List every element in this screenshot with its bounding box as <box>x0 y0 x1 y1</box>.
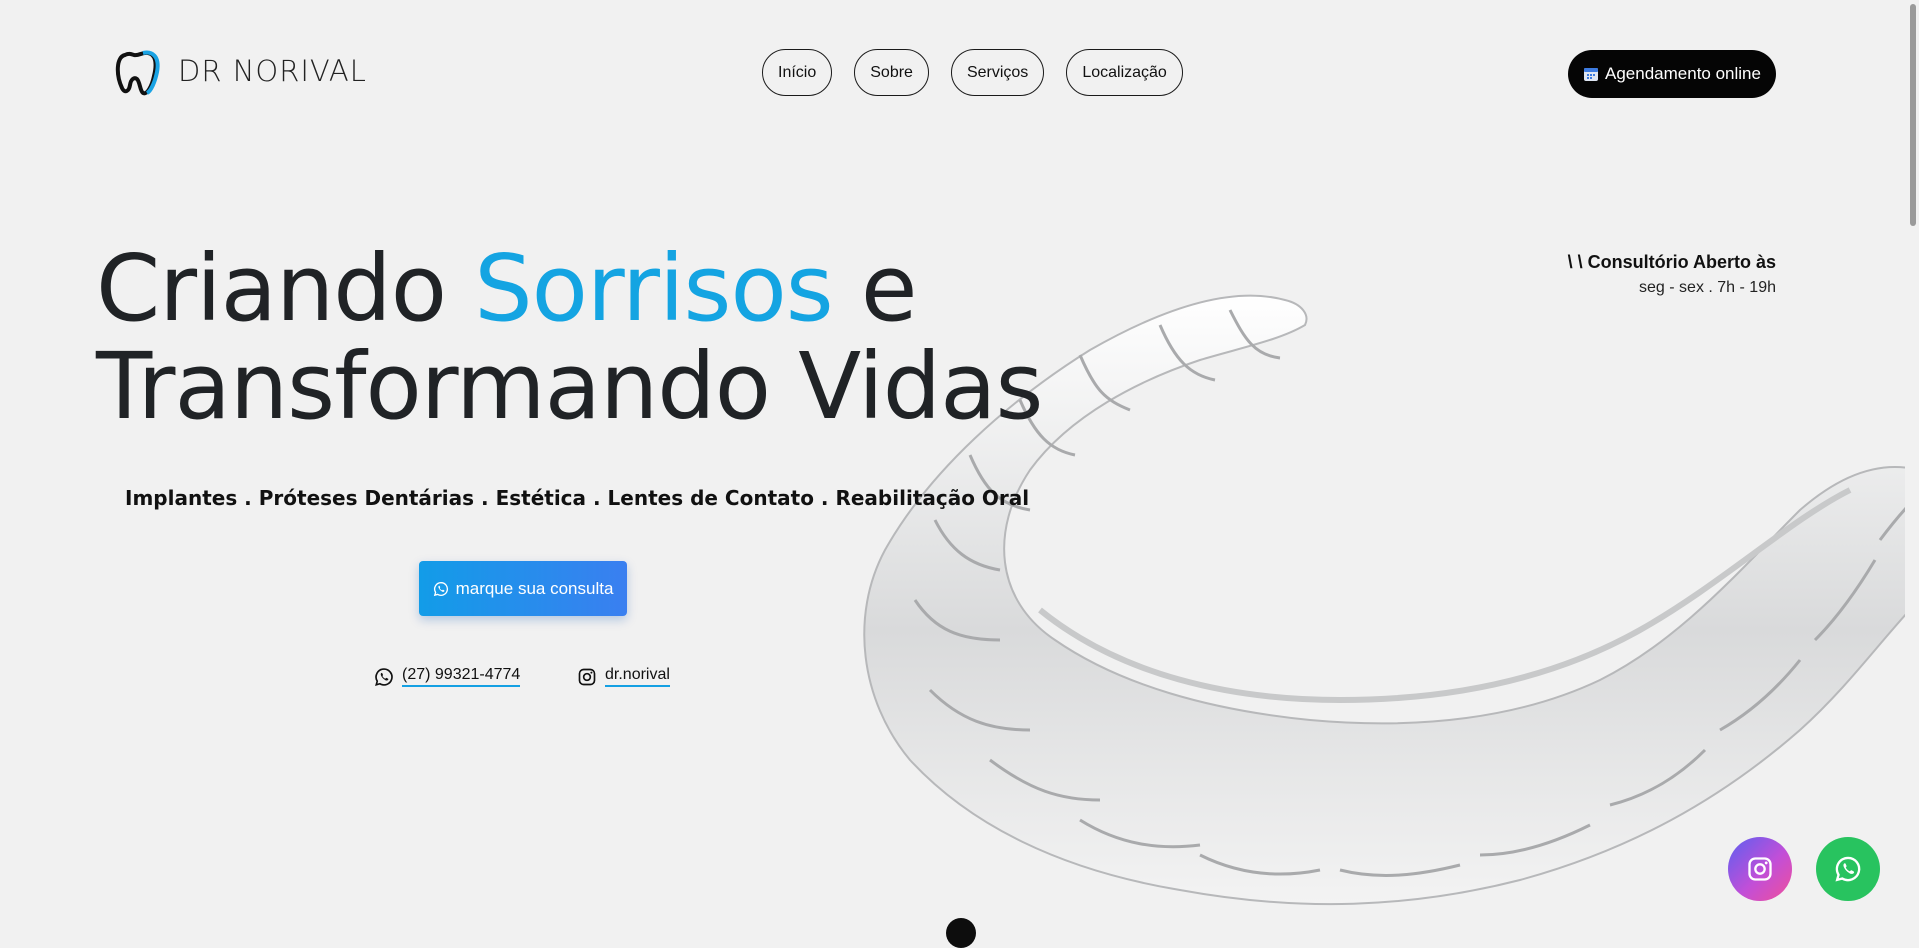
opening-hours-title: \ \ Consultório Aberto às <box>1567 252 1776 272</box>
nav-sobre[interactable]: Sobre <box>854 49 929 96</box>
instagram-floating-button[interactable] <box>1728 837 1792 901</box>
landing-page: DR NORIVAL Início Sobre Serviços Localiz… <box>0 0 1919 948</box>
whatsapp-icon <box>375 667 393 686</box>
phone-link[interactable]: (27) 99321-4774 <box>374 666 521 687</box>
calendar-icon <box>1584 68 1599 81</box>
logo-text: DR NORIVAL <box>178 54 367 88</box>
page-scrollbar[interactable] <box>1905 0 1919 935</box>
tooth-logo-icon <box>115 50 160 96</box>
phone-number: (27) 99321-4774 <box>402 666 521 687</box>
whatsapp-floating-button[interactable] <box>1816 837 1880 901</box>
services-subtitle: Implantes . Próteses Dentárias . Estétic… <box>125 486 1030 510</box>
whatsapp-icon <box>433 581 448 596</box>
opening-hours: \ \ Consultório Aberto às seg - sex . 7h… <box>1568 252 1776 297</box>
hero-title-accent: Sorrisos <box>474 235 833 342</box>
whatsapp-icon <box>1835 856 1861 882</box>
online-booking-label: Agendamento online <box>1605 64 1761 83</box>
instagram-link[interactable]: dr.norival <box>577 666 670 687</box>
main-nav: Início Sobre Serviços Localização <box>762 49 1183 96</box>
scroll-down-badge[interactable] <box>946 918 976 948</box>
nav-inicio[interactable]: Início <box>762 49 833 96</box>
scrollbar-thumb[interactable] <box>1910 4 1916 226</box>
opening-hours-text: seg - sex . 7h - 19h <box>1639 279 1776 296</box>
nav-localizacao[interactable]: Localização <box>1066 49 1183 96</box>
book-consultation-label: marque sua consulta <box>455 578 614 598</box>
book-consultation-button[interactable]: marque sua consulta <box>419 561 627 616</box>
instagram-handle: dr.norival <box>605 666 670 687</box>
brand-logo[interactable]: DR NORIVAL <box>112 44 367 98</box>
nav-servicos[interactable]: Serviços <box>950 49 1045 96</box>
instagram-icon <box>578 668 596 685</box>
hero-title-part1: Criando <box>96 235 475 342</box>
online-booking-button[interactable]: Agendamento online <box>1568 50 1776 98</box>
instagram-icon <box>1748 857 1772 881</box>
hero-title-part2: e <box>832 235 918 342</box>
hero-title-line2: Transformando Vidas <box>96 333 1043 440</box>
hero-title: Criando Sorrisos e Transformando Vidas <box>96 240 1043 436</box>
